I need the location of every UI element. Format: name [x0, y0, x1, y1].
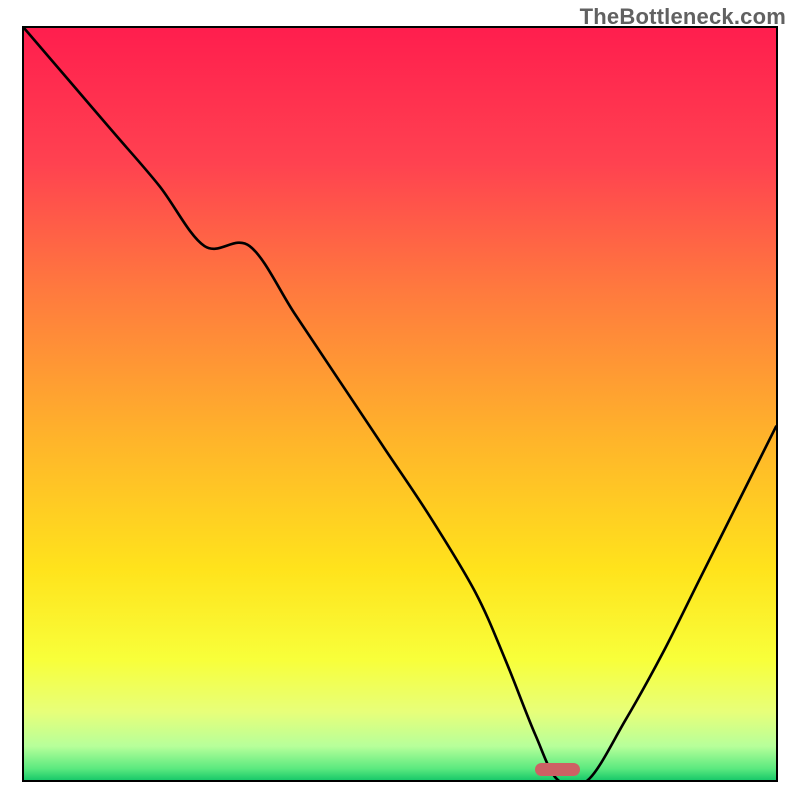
curve-layer	[24, 28, 776, 780]
watermark-text: TheBottleneck.com	[580, 4, 786, 30]
bottleneck-curve	[24, 28, 776, 780]
plot-frame	[22, 26, 778, 782]
optimum-marker	[535, 763, 580, 777]
chart-stage: TheBottleneck.com	[0, 0, 800, 800]
